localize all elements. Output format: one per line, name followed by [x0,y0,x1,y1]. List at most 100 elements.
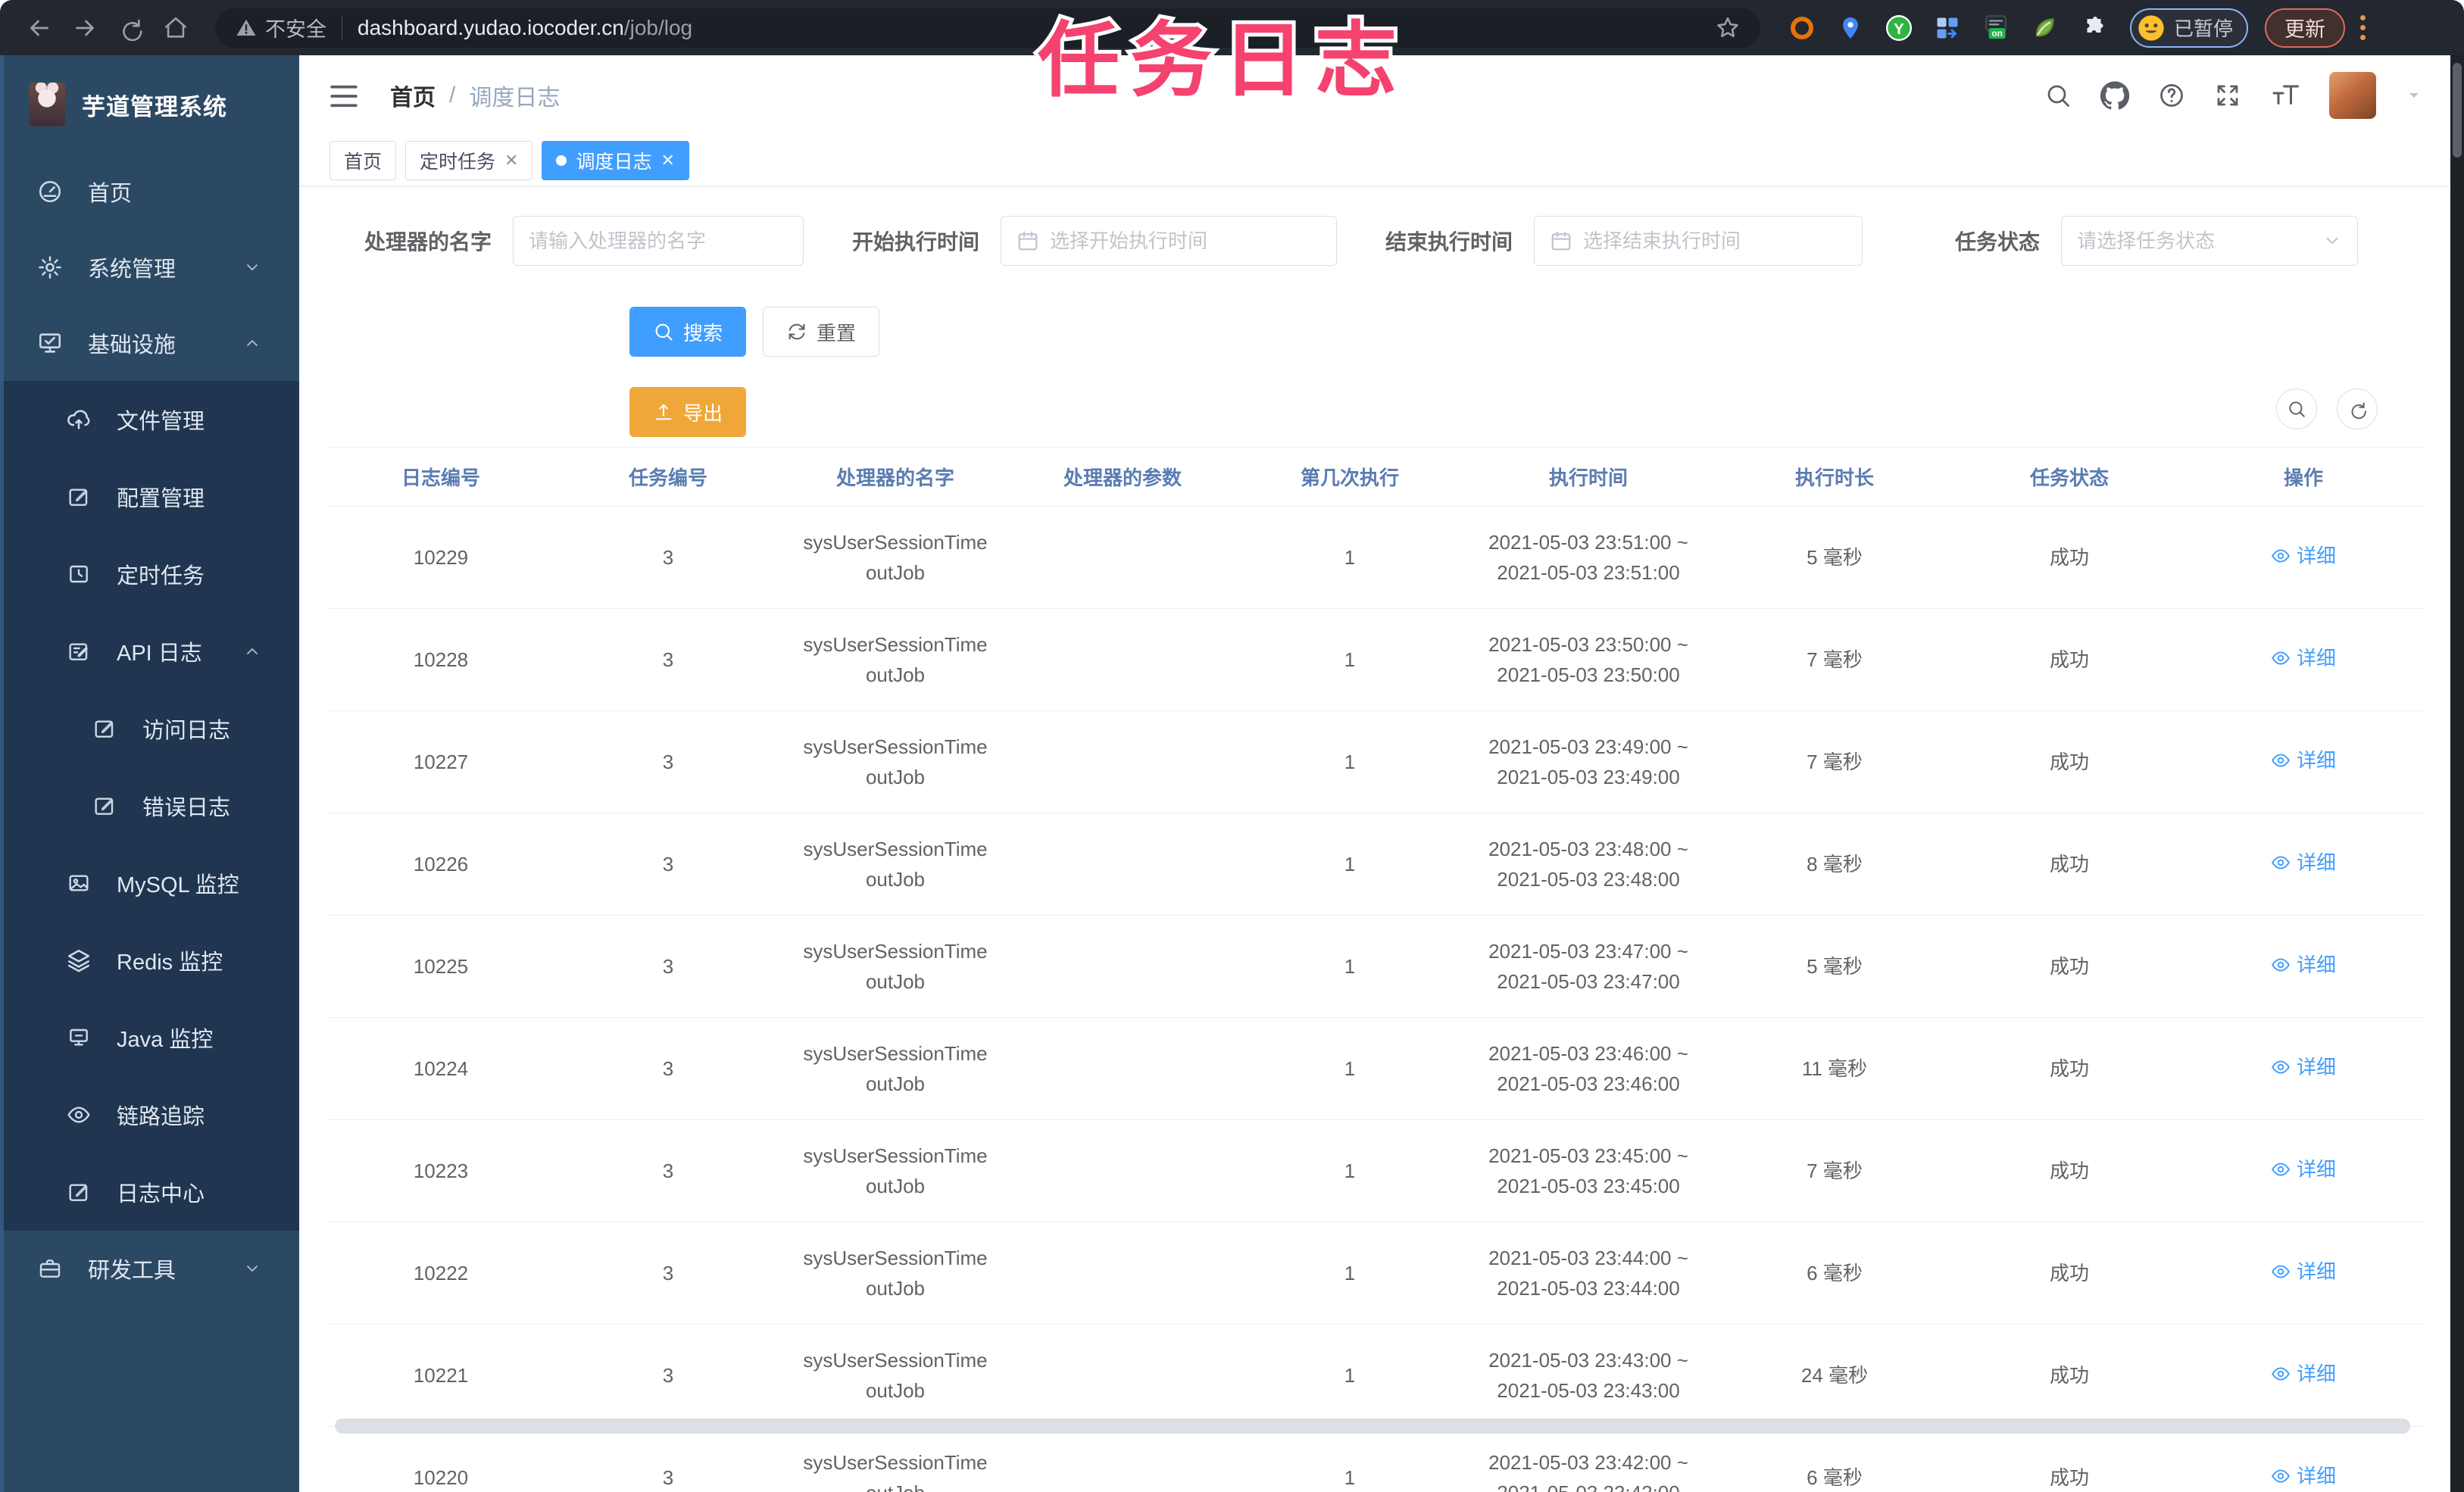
search-icon[interactable] [2044,82,2072,109]
ext-on-badge-icon[interactable]: on [1982,14,2010,42]
col-header-5: 执行时间 [1463,447,1713,507]
forward-icon[interactable] [64,7,106,49]
detail-link[interactable]: 详细 [2271,643,2336,673]
log-table-body: 10229 3 sysUserSessionTimeoutJob 1 2021-… [327,506,2424,1492]
chevron-down-icon [243,1259,261,1278]
cell-duration: 7 毫秒 [1713,608,1956,711]
github-icon[interactable] [2100,80,2129,110]
main-area: 首页 / 调度日志 首页 定时任务 ✕ 调度日志 ✕ 处理器的名字 请输入处理器… [299,55,2450,1492]
sidebar-item-10[interactable]: Redis 监控 [0,922,299,999]
reload-icon[interactable] [109,7,151,49]
begin-time-field[interactable] [1050,229,1322,253]
sidebar-item-4[interactable]: 配置管理 [0,458,299,535]
tab-1[interactable]: 定时任务 ✕ [405,140,533,180]
sidebar-item-3[interactable]: 文件管理 [0,381,299,458]
detail-link[interactable]: 详细 [2271,1154,2336,1185]
ext-orange-ring-icon[interactable] [1788,14,1816,42]
cell-duration: 6 毫秒 [1713,1426,1956,1492]
detail-link[interactable]: 详细 [2271,541,2336,571]
detail-link[interactable]: 详细 [2271,1256,2336,1287]
cell-task-id: 3 [554,813,782,916]
eye-icon [2271,648,2291,668]
end-time-input[interactable] [1534,216,1863,266]
detail-link[interactable]: 详细 [2271,950,2336,980]
col-header-7: 任务状态 [1956,447,2183,507]
job-status-select[interactable] [2061,216,2359,266]
job-status-field[interactable] [2077,229,2313,253]
sidebar-item-7[interactable]: 访问日志 [0,690,299,767]
url-domain: dashboard.yudao.iocoder.cn [358,15,624,39]
cell-param [1009,1222,1236,1325]
sidebar-item-14[interactable]: 研发工具 [0,1231,299,1306]
cell-log-id: 10222 [327,1222,554,1325]
app-logo-row[interactable]: 芋道管理系统 [0,55,299,154]
ext-puzzle-icon[interactable] [2078,14,2107,42]
detail-link[interactable]: 详细 [2271,847,2336,878]
eye-icon [2271,1160,2291,1179]
table-row: 10228 3 sysUserSessionTimeoutJob 1 2021-… [327,608,2424,711]
sidebar-item-2[interactable]: 基础设施 [0,305,299,381]
sidebar-item-5[interactable]: 定时任务 [0,535,299,613]
breadcrumb-home[interactable]: 首页 [390,79,436,112]
cell-param [1009,506,1236,609]
home-icon[interactable] [155,7,197,49]
detail-link[interactable]: 详细 [2271,745,2336,776]
detail-link[interactable]: 详细 [2271,1359,2336,1389]
handler-name-input[interactable] [513,216,804,266]
browser-nav [0,7,197,49]
bookmark-star-icon[interactable] [1715,15,1741,41]
detail-link[interactable]: 详细 [2271,1461,2336,1491]
export-button[interactable]: 导出 [629,387,747,437]
sidebar-item-13[interactable]: 日志中心 [0,1153,299,1231]
sidebar-item-12[interactable]: 链路追踪 [0,1076,299,1153]
address-bar[interactable]: 不安全 dashboard.yudao.iocoder.cn/job/log [215,8,1760,48]
window-scrollbar[interactable] [2450,55,2464,1492]
tab-0[interactable]: 首页 [329,140,397,180]
cell-status: 成功 [1956,506,2183,609]
ext-green-y-icon[interactable]: Y [1885,14,1913,42]
ext-blue-pin-icon[interactable] [1836,14,1865,42]
avatar-caret-icon[interactable] [2405,86,2423,105]
handler-name-field[interactable] [529,229,789,253]
scrollbar-thumb[interactable] [2453,63,2462,158]
browser-update-button[interactable]: 更新 [2265,8,2346,48]
toggle-search-button[interactable] [2276,389,2317,429]
tab-2[interactable]: 调度日志 ✕ [542,140,689,180]
sidebar-item-9[interactable]: MySQL 监控 [0,844,299,922]
cell-duration: 7 毫秒 [1713,1119,1956,1222]
ext-leaf-icon[interactable] [2030,14,2059,42]
horizontal-scrollbar[interactable] [335,1419,2410,1434]
begin-time-input[interactable] [1001,216,1338,266]
cell-duration: 11 毫秒 [1713,1017,1956,1120]
fullscreen-icon[interactable] [2214,82,2241,109]
search-button[interactable]: 搜索 [629,307,747,357]
layers-icon [65,947,92,974]
profile-paused-badge[interactable]: 已暂停 [2130,8,2249,48]
sidebar-item-8[interactable]: 错误日志 [0,767,299,844]
cell-exec-index: 1 [1236,506,1463,609]
refresh-table-button[interactable] [2337,389,2378,429]
end-time-field[interactable] [1583,229,1847,253]
cell-param [1009,813,1236,916]
close-tab-icon[interactable]: ✕ [661,151,674,170]
user-avatar[interactable] [2329,71,2376,119]
edit-icon [65,483,92,510]
cell-task-id: 3 [554,710,782,813]
cell-handler: sysUserSessionTimeoutJob [782,1324,1009,1427]
cell-duration: 5 毫秒 [1713,506,1956,609]
close-tab-icon[interactable]: ✕ [504,151,518,170]
sidebar-item-0[interactable]: 首页 [0,154,299,229]
hamburger-icon[interactable] [328,80,361,111]
font-size-icon[interactable] [2270,82,2300,109]
sidebar-item-1[interactable]: 系统管理 [0,229,299,305]
reset-button[interactable]: 重置 [763,307,880,357]
not-secure-label[interactable]: 不安全 [265,13,326,42]
ext-grid-icon[interactable] [1933,14,1962,42]
detail-link[interactable]: 详细 [2271,1052,2336,1082]
help-icon[interactable] [2158,82,2185,109]
sidebar-item-11[interactable]: Java 监控 [0,999,299,1076]
sidebar-item-6[interactable]: API 日志 [0,613,299,690]
back-icon[interactable] [18,7,61,49]
browser-menu-icon[interactable] [2356,11,2370,45]
active-tab-dot [556,155,567,166]
